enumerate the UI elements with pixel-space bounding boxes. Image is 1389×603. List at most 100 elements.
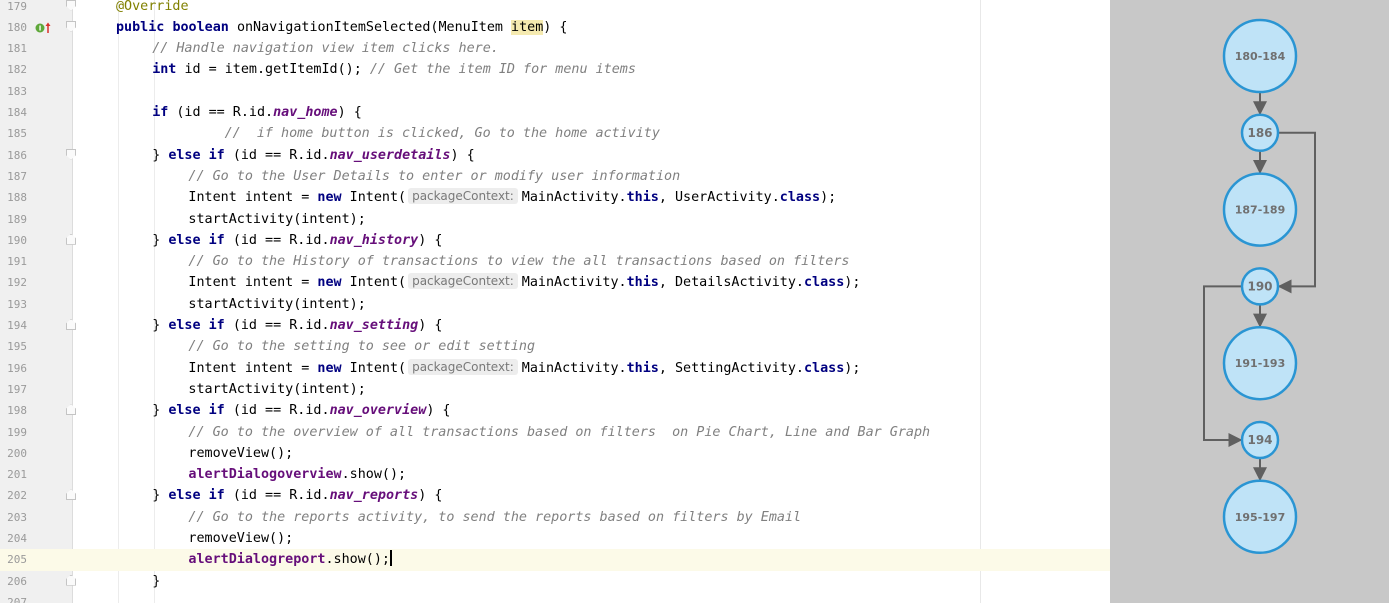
code-line[interactable]: 201 alertDialogoverview.show(); xyxy=(0,464,1110,485)
code-line[interactable]: 199 // Go to the overview of all transact… xyxy=(0,422,1110,443)
code-line[interactable]: 195 // Go to the setting to see or edit s… xyxy=(0,336,1110,357)
code-token: removeView(); xyxy=(188,531,294,546)
code-editor[interactable]: 179 @Override 180 Ipublic boolean onNavigat… xyxy=(0,0,1110,603)
code-text[interactable]: Intent intent = new Intent(packageContex… xyxy=(188,358,860,379)
code-line[interactable]: 184 if (id == R.id.nav_home) { xyxy=(0,102,1110,123)
code-line[interactable]: 205 alertDialogreport.show(); xyxy=(0,549,1110,571)
code-line[interactable]: 202} else if (id == R.id.nav_reports) { xyxy=(0,485,1110,506)
code-token: ) { xyxy=(450,147,475,163)
code-text[interactable]: // if home button is clicked, Go to the … xyxy=(225,123,660,144)
code-line[interactable]: 185 // if home button is clicked, Go to t… xyxy=(0,123,1110,144)
code-text[interactable]: startActivity(intent); xyxy=(188,209,365,230)
fold-close-icon[interactable] xyxy=(66,319,76,330)
code-text[interactable]: Intent intent = new Intent(packageContex… xyxy=(188,187,836,208)
code-token: // Go to the History of transactions to … xyxy=(188,254,850,270)
code-text[interactable]: // Go to the User Details to enter or mo… xyxy=(188,166,680,187)
code-text[interactable]: // Go to the overview of all transaction… xyxy=(188,422,930,443)
code-line[interactable]: 183 xyxy=(0,81,1110,102)
code-text[interactable]: } else if (id == R.id.nav_setting) { xyxy=(152,315,442,336)
code-token: } xyxy=(152,573,161,589)
control-flow-graph-panel: 180-184 186 187-189 190 191-193 194 195-197 xyxy=(1110,0,1389,603)
line-number: 198 xyxy=(7,404,27,418)
code-token: nav_home xyxy=(273,105,338,120)
code-token: .show(); xyxy=(341,467,407,483)
code-text[interactable]: // Handle navigation view item clicks he… xyxy=(152,38,499,59)
code-line[interactable]: 188 Intent intent = new Intent(packageCon… xyxy=(0,187,1110,208)
code-line[interactable]: 193 startActivity(intent); xyxy=(0,294,1110,315)
code-line[interactable]: 191 // Go to the History of transactions … xyxy=(0,251,1110,272)
code-text[interactable]: public boolean onNavigationItemSelected(… xyxy=(116,17,567,38)
code-text[interactable]: // Go to the setting to see or edit sett… xyxy=(188,336,535,357)
code-text[interactable]: int id = item.getItemId(); // Get the it… xyxy=(152,59,636,80)
code-line[interactable]: 192 Intent intent = new Intent(packageCon… xyxy=(0,272,1110,293)
code-line[interactable]: 196 Intent intent = new Intent(packageCon… xyxy=(0,358,1110,379)
code-token: MainActivity. xyxy=(521,360,627,376)
code-token: else if xyxy=(168,147,233,163)
code-token: (id == R.id. xyxy=(232,318,330,333)
code-line[interactable]: 194} else if (id == R.id.nav_setting) { xyxy=(0,315,1110,336)
fold-open-icon[interactable] xyxy=(66,148,76,160)
line-number: 189 xyxy=(7,212,27,226)
code-token: Intent intent = xyxy=(188,360,318,376)
code-line[interactable]: 197 startActivity(intent); xyxy=(0,379,1110,400)
code-text[interactable]: @Override xyxy=(116,0,189,17)
code-token: Intent( xyxy=(349,190,407,206)
code-token: Intent intent = xyxy=(188,275,318,291)
code-line[interactable]: 179 @Override xyxy=(0,0,1110,17)
code-text[interactable]: if (id == R.id.nav_home) { xyxy=(152,102,362,123)
code-token: .show(); xyxy=(325,552,390,568)
override-up-icon[interactable]: I xyxy=(35,21,52,34)
line-number: 204 xyxy=(7,532,27,545)
code-line[interactable]: 180 Ipublic boolean onNavigationItemSelec… xyxy=(0,17,1110,38)
line-number: 190 xyxy=(7,233,27,247)
line-number: 182 xyxy=(7,63,27,77)
code-line[interactable]: 200 removeView(); xyxy=(0,443,1110,464)
fold-open-icon[interactable] xyxy=(66,0,76,11)
code-line[interactable]: 189 startActivity(intent); xyxy=(0,209,1110,230)
code-token: ) { xyxy=(426,403,451,419)
code-text[interactable]: } xyxy=(152,571,160,592)
code-text[interactable]: alertDialogoverview.show(); xyxy=(188,464,406,485)
fold-close-icon[interactable] xyxy=(66,489,76,501)
code-token: ) { xyxy=(418,232,443,248)
fold-open-icon[interactable] xyxy=(66,20,76,32)
code-line[interactable]: 198 } else if (id == R.id.nav_overview) { xyxy=(0,400,1110,421)
code-text[interactable]: } else if (id == R.id.nav_history) { xyxy=(152,230,442,251)
fold-close-icon[interactable] xyxy=(66,404,76,416)
code-text[interactable]: // Go to the History of transactions to … xyxy=(188,251,849,272)
line-number: 201 xyxy=(7,468,27,482)
fold-close-icon[interactable] xyxy=(66,233,76,245)
code-line[interactable]: 182 int id = item.getItemId(); // Get the… xyxy=(0,59,1110,80)
code-text[interactable]: // Go to the reports activity, to send t… xyxy=(188,507,801,528)
line-number: 207 xyxy=(7,595,27,603)
code-line[interactable]: 207 xyxy=(0,592,1110,603)
code-text[interactable]: } else if (id == R.id.nav_reports) { xyxy=(152,485,442,506)
line-number: 191 xyxy=(7,255,27,269)
code-token: // Go to the overview of all transaction… xyxy=(188,424,931,440)
code-line[interactable]: 190 } else if (id == R.id.nav_history) { xyxy=(0,230,1110,251)
fold-close-icon[interactable] xyxy=(66,574,76,586)
code-line[interactable]: 204 removeView(); xyxy=(0,528,1110,549)
code-text[interactable]: removeView(); xyxy=(188,443,293,464)
code-token: MainActivity. xyxy=(521,190,627,206)
code-text[interactable]: Intent intent = new Intent(packageContex… xyxy=(188,272,860,293)
code-text[interactable]: } else if (id == R.id.nav_overview) { xyxy=(152,400,450,421)
code-text[interactable]: alertDialogreport.show(); xyxy=(188,549,392,570)
code-token: startActivity(intent); xyxy=(188,211,366,227)
code-token: Intent intent = xyxy=(188,190,318,206)
code-token: public xyxy=(116,19,173,35)
flow-node-label: 190 xyxy=(1247,279,1272,293)
code-token: nav_userdetails xyxy=(329,147,451,163)
code-text[interactable]: removeView(); xyxy=(188,528,293,549)
code-text[interactable]: } else if (id == R.id.nav_userdetails) { xyxy=(152,145,475,166)
code-line[interactable]: 181 // Handle navigation view item clicks… xyxy=(0,38,1110,59)
code-line[interactable]: 206} xyxy=(0,571,1110,592)
code-token: new xyxy=(317,275,350,291)
code-text[interactable]: startActivity(intent); xyxy=(188,379,365,400)
code-line[interactable]: 186} else if (id == R.id.nav_userdetails… xyxy=(0,145,1110,166)
code-line[interactable]: 203 // Go to the reports activity, to sen… xyxy=(0,507,1110,528)
code-text[interactable]: startActivity(intent); xyxy=(188,294,365,315)
code-token: else if xyxy=(168,403,233,419)
code-token: else if xyxy=(168,318,233,333)
code-line[interactable]: 187 // Go to the User Details to enter or… xyxy=(0,166,1110,187)
